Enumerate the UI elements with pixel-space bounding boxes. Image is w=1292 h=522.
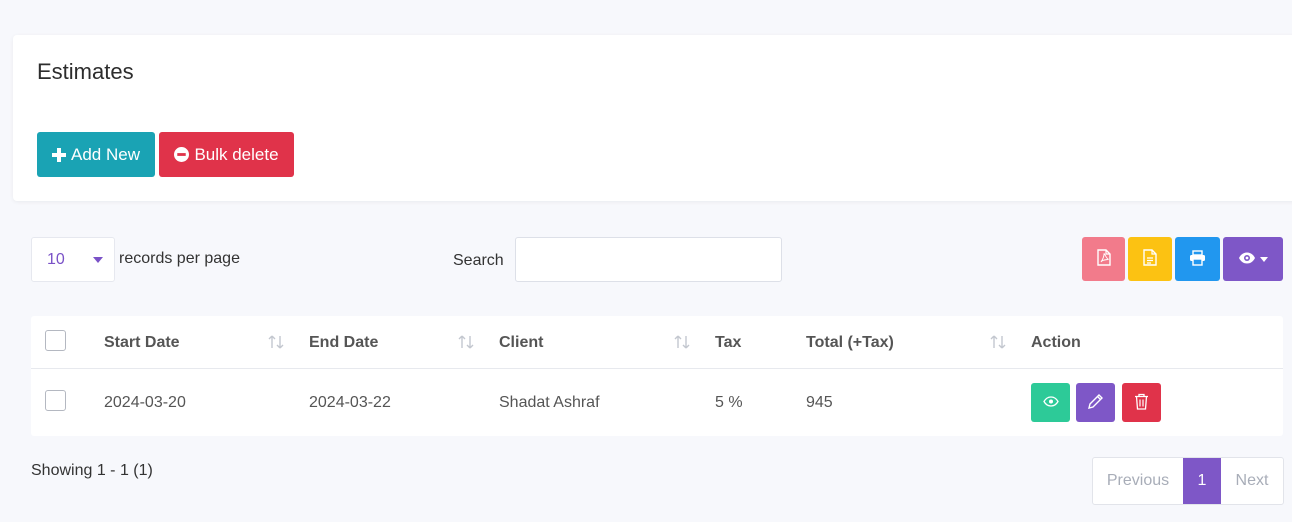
select-all-checkbox[interactable] [45, 330, 66, 351]
client-cell: Shadat Ashraf [499, 394, 600, 411]
sort-icon[interactable] [990, 335, 1006, 354]
next-page-button[interactable]: Next [1221, 458, 1283, 504]
showing-count: Showing 1 - 1 (1) [31, 462, 153, 479]
search-label: Search [453, 252, 504, 269]
column-visibility-button[interactable] [1223, 237, 1283, 281]
caret-down-icon [1260, 256, 1268, 262]
column-start-date[interactable]: Start Date [104, 334, 180, 352]
print-icon [1189, 249, 1206, 269]
sort-icon[interactable] [674, 335, 690, 354]
search-input[interactable] [515, 237, 782, 282]
print-button[interactable] [1175, 237, 1220, 281]
pagination: Previous 1 Next [1092, 457, 1284, 505]
table-header: Start Date End Date Client Tax Total (+T… [31, 316, 1283, 369]
export-pdf-button[interactable] [1082, 237, 1125, 281]
delete-button[interactable] [1122, 383, 1161, 422]
tax-cell: 5 % [715, 394, 743, 411]
column-client[interactable]: Client [499, 334, 543, 352]
per-page-value: 10 [47, 251, 65, 268]
total-cell: 945 [806, 394, 833, 411]
start-date-cell: 2024-03-20 [104, 394, 186, 411]
previous-page-button[interactable]: Previous [1093, 458, 1183, 504]
bulk-delete-button[interactable]: Bulk delete [159, 132, 294, 177]
column-tax: Tax [715, 334, 742, 351]
edit-button[interactable] [1076, 383, 1115, 422]
column-total[interactable]: Total (+Tax) [806, 334, 894, 352]
end-date-cell: 2024-03-22 [309, 394, 391, 411]
export-csv-button[interactable] [1128, 237, 1172, 281]
file-text-icon [1143, 249, 1157, 269]
plus-icon [52, 147, 66, 162]
per-page-label: records per page [119, 250, 240, 267]
pencil-icon [1087, 393, 1104, 413]
column-action: Action [1031, 334, 1081, 351]
sort-icon[interactable] [458, 335, 474, 354]
column-end-date[interactable]: End Date [309, 334, 378, 352]
file-pdf-icon [1096, 249, 1111, 269]
minus-circle-icon [174, 147, 190, 162]
estimates-table: Start Date End Date Client Tax Total (+T… [31, 316, 1283, 436]
add-new-label: Add New [71, 144, 140, 164]
trash-icon [1134, 393, 1149, 413]
chevron-down-icon [93, 257, 103, 263]
view-button[interactable] [1031, 383, 1070, 422]
sort-icon[interactable] [268, 335, 284, 354]
add-new-button[interactable]: Add New [37, 132, 155, 177]
header-card: Estimates Add New Bulk delete [13, 35, 1292, 201]
page-1-button[interactable]: 1 [1183, 458, 1221, 504]
bulk-delete-label: Bulk delete [194, 144, 279, 164]
row-checkbox[interactable] [45, 390, 66, 411]
per-page-select[interactable]: 10 [31, 237, 115, 282]
eye-icon [1238, 252, 1256, 267]
eye-icon [1042, 395, 1059, 410]
page-title: Estimates [37, 59, 134, 84]
